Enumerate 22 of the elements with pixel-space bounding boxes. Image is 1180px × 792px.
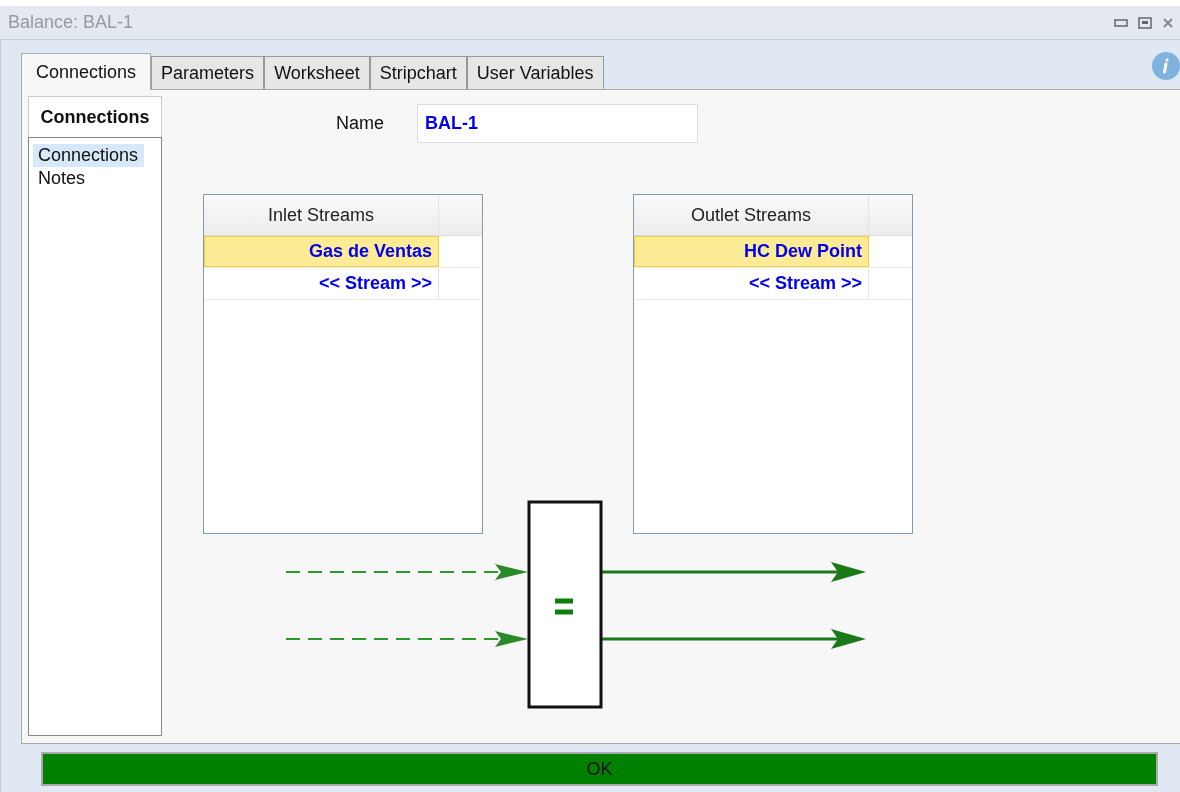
stream-cell[interactable]: << Stream >> (204, 268, 439, 299)
stream-cell[interactable]: HC Dew Point (634, 236, 869, 267)
tab[interactable]: Worksheet (264, 56, 370, 89)
sidebar-item[interactable]: Connections (33, 144, 145, 167)
tab[interactable]: Parameters (151, 56, 265, 89)
close-icon[interactable] (1162, 16, 1174, 29)
ok-button[interactable]: OK (41, 752, 1158, 786)
name-label: Name (336, 113, 385, 134)
sidebar-item[interactable]: Notes (33, 167, 91, 190)
minimize-icon[interactable] (1114, 18, 1128, 27)
restore-icon[interactable] (1138, 16, 1152, 29)
column-header: Outlet Streams (634, 195, 869, 235)
window-title: Balance: BAL-1 (8, 12, 134, 33)
sidebar-heading: Connections (28, 96, 162, 137)
name-field[interactable]: BAL-1 (417, 104, 698, 143)
stream-cell[interactable]: << Stream >> (634, 268, 869, 299)
info-icon[interactable] (1152, 52, 1180, 80)
tab[interactable]: User Variables (466, 56, 604, 89)
tab[interactable]: Stripchart (369, 56, 467, 89)
stream-cell[interactable]: Gas de Ventas (204, 236, 439, 267)
column-header: Inlet Streams (204, 195, 439, 235)
tab[interactable]: Connections (21, 53, 152, 90)
